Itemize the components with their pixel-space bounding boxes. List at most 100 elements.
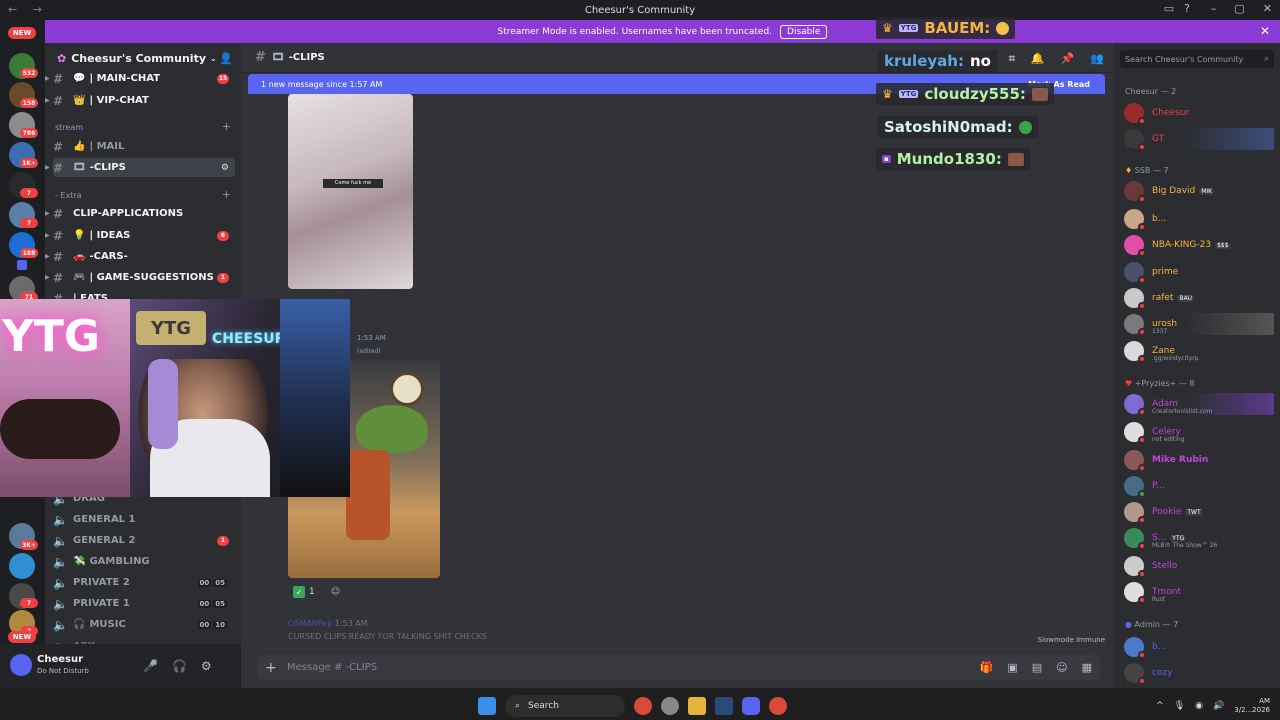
voice-general-2[interactable]: 🔈 GENERAL 2 1 xyxy=(53,531,235,550)
reaction-count: 1 xyxy=(309,587,315,597)
mic-icon[interactable]: 🎙 xyxy=(1174,701,1185,711)
member-item[interactable]: S... YTG MLB® The Show™ 26 xyxy=(1124,527,1274,550)
member-item[interactable]: Big David MIK xyxy=(1124,180,1274,203)
channel-clip-applications[interactable]: ▶ # CLIP-APPLICATIONS xyxy=(45,204,235,223)
emote-icon xyxy=(1018,120,1032,134)
member-item[interactable]: GT xyxy=(1124,128,1274,151)
start-icon[interactable] xyxy=(478,697,496,715)
member-item[interactable]: Mike Rubin xyxy=(1124,449,1274,472)
tray-chevron-icon[interactable]: ^ xyxy=(1156,701,1164,711)
member-item[interactable]: prime xyxy=(1124,261,1274,284)
member-item[interactable]: NBA-KING-23 $$$ xyxy=(1124,234,1274,257)
network-icon[interactable]: ◉ xyxy=(1195,701,1203,711)
member-list: Search Cheesur's Community ⌕ Cheesur — 2… xyxy=(1114,43,1280,688)
gear-icon[interactable]: ⚙ xyxy=(201,659,212,673)
pin-icon[interactable]: 📌 xyxy=(1061,52,1075,66)
voice-gambling[interactable]: 🔈 💸 GAMBLING xyxy=(53,552,235,571)
clock[interactable]: AM 3/2...2026 xyxy=(1234,697,1270,715)
avatar[interactable] xyxy=(10,654,32,676)
member-item[interactable]: Pookie TWT xyxy=(1124,501,1274,524)
money-icon: 💸 xyxy=(73,556,86,567)
member-item[interactable]: b... xyxy=(1124,208,1274,231)
help-icon[interactable]: ? xyxy=(1184,2,1190,15)
voice-general-1[interactable]: 🔈 GENERAL 1 xyxy=(53,510,235,529)
voice-music[interactable]: 🔈 🎧 MUSIC 00 10 xyxy=(53,615,235,634)
emote-icon xyxy=(1031,87,1048,101)
volume-icon[interactable]: 🔊 xyxy=(1213,701,1224,711)
mute-mic-icon[interactable]: 🎤 xyxy=(143,659,158,673)
close-banner-icon[interactable]: ✕ xyxy=(1260,24,1270,38)
disable-button[interactable]: Disable xyxy=(780,24,828,39)
category-extra[interactable]: - Extra xyxy=(55,191,82,200)
search-placeholder: Search Cheesur's Community xyxy=(1125,54,1244,64)
gift-icon[interactable]: 🎁 xyxy=(980,661,994,674)
folder-icon[interactable] xyxy=(688,697,706,715)
emoji-icon[interactable]: ☺ xyxy=(1056,661,1067,674)
member-name: NBA-KING-23 xyxy=(1152,240,1212,250)
reaction-checkmark[interactable]: ✓ 1 ☺ xyxy=(293,586,340,598)
close-window-button[interactable]: ✕ xyxy=(1263,2,1272,15)
search-label: Search xyxy=(528,701,559,711)
apps-icon[interactable]: ▦ xyxy=(1082,661,1092,674)
add-reaction-icon[interactable]: ☺ xyxy=(331,587,340,597)
steam-icon[interactable] xyxy=(715,697,733,715)
add-attachment-icon[interactable]: + xyxy=(265,660,277,676)
member-item[interactable]: urosh 1337 xyxy=(1124,313,1274,336)
member-item[interactable]: cozy xyxy=(1124,662,1274,685)
member-status: not editing xyxy=(1152,436,1185,443)
channel-game-suggestions[interactable]: ▶ # 🎮 | GAME-SUGGESTIONS 1 xyxy=(45,268,235,287)
channel-ideas[interactable]: ▶ # 💡 | IDEAS 6 xyxy=(45,226,235,245)
voice-private-1[interactable]: 🔈 PRIVATE 1 00 05 xyxy=(53,594,235,613)
add-channel-icon[interactable]: + xyxy=(222,188,231,201)
room-object xyxy=(0,399,120,459)
channel-cars[interactable]: ▶ # 🚗 -CARS- xyxy=(45,247,235,266)
category-stream[interactable]: stream xyxy=(55,123,83,132)
chrome-icon[interactable] xyxy=(769,697,787,715)
add-user-icon[interactable]: 👤 xyxy=(219,52,233,65)
app-icon[interactable] xyxy=(661,697,679,715)
gif-icon[interactable]: ▣ xyxy=(1007,661,1017,674)
settings-icon[interactable]: ⚙ xyxy=(221,163,229,173)
inbox-icon[interactable]: ▭ xyxy=(1164,2,1174,15)
attachment-image[interactable]: Come fuck me xyxy=(288,94,413,289)
member-item[interactable]: Stello xyxy=(1124,555,1274,578)
member-item[interactable]: rafet BAU xyxy=(1124,287,1274,310)
channel-label: | MAIN-CHAT xyxy=(89,73,161,84)
member-group-title: ● Admin — 7 xyxy=(1125,620,1179,629)
member-item[interactable]: Adam Creatortoolslist.com xyxy=(1124,393,1274,416)
member-name: Cheesur xyxy=(1152,108,1190,118)
discord-icon[interactable] xyxy=(742,697,760,715)
sticker-icon[interactable]: ▤ xyxy=(1032,661,1042,674)
member-list-icon[interactable]: 👥 xyxy=(1090,52,1104,66)
member-item[interactable]: Zane .gg/windycityrp xyxy=(1124,340,1274,363)
search-input[interactable]: Search Cheesur's Community ⌕ xyxy=(1120,50,1274,68)
nav-arrows-icon[interactable]: ← → xyxy=(8,3,48,16)
folder-icon[interactable] xyxy=(17,260,27,270)
member-item[interactable]: P... xyxy=(1124,475,1274,498)
minimize-button[interactable]: – xyxy=(1211,2,1217,15)
voice-private-2[interactable]: 🔈 PRIVATE 2 00 05 xyxy=(53,573,235,592)
channel-mail[interactable]: # 👍 | MAIL xyxy=(53,137,235,156)
server-icon[interactable] xyxy=(9,553,35,579)
member-item[interactable]: b... xyxy=(1124,636,1274,659)
channel-vip-chat[interactable]: ▶ # 👑 | VIP-CHAT xyxy=(45,91,235,110)
threads-icon[interactable]: ⌗ xyxy=(1009,52,1015,66)
headphones-icon[interactable]: 🎧 xyxy=(172,659,187,673)
member-item[interactable]: Cheesur xyxy=(1124,102,1274,125)
channel-main-chat[interactable]: ▶ # 💬 | MAIN-CHAT 15 xyxy=(45,69,235,88)
message-input[interactable]: + Message # -CLIPS 🎁 ▣ ▤ ☺ ▦ xyxy=(257,655,1100,680)
bell-icon[interactable]: 🔔 xyxy=(1031,52,1045,66)
channel-clips[interactable]: ▶ # 🎞 -CLIPS ⚙ xyxy=(45,158,235,177)
speaker-icon: 🔈 xyxy=(53,596,68,611)
webcam-overlay: YTG YTG CHEESUR xyxy=(0,299,350,497)
taskbar-search[interactable]: ⌕ Search xyxy=(505,695,625,717)
chrome-icon[interactable] xyxy=(634,697,652,715)
maximize-button[interactable]: ▢ xyxy=(1234,2,1244,15)
member-item[interactable]: Celery not editing xyxy=(1124,421,1274,444)
member-item[interactable]: Tmont Rust xyxy=(1124,581,1274,604)
add-channel-icon[interactable]: + xyxy=(222,120,231,133)
member-tag: YTG xyxy=(1170,534,1187,542)
server-badge: 188 xyxy=(20,248,38,258)
speaker-icon: 🔈 xyxy=(53,533,68,548)
member-name: GT xyxy=(1152,134,1165,144)
